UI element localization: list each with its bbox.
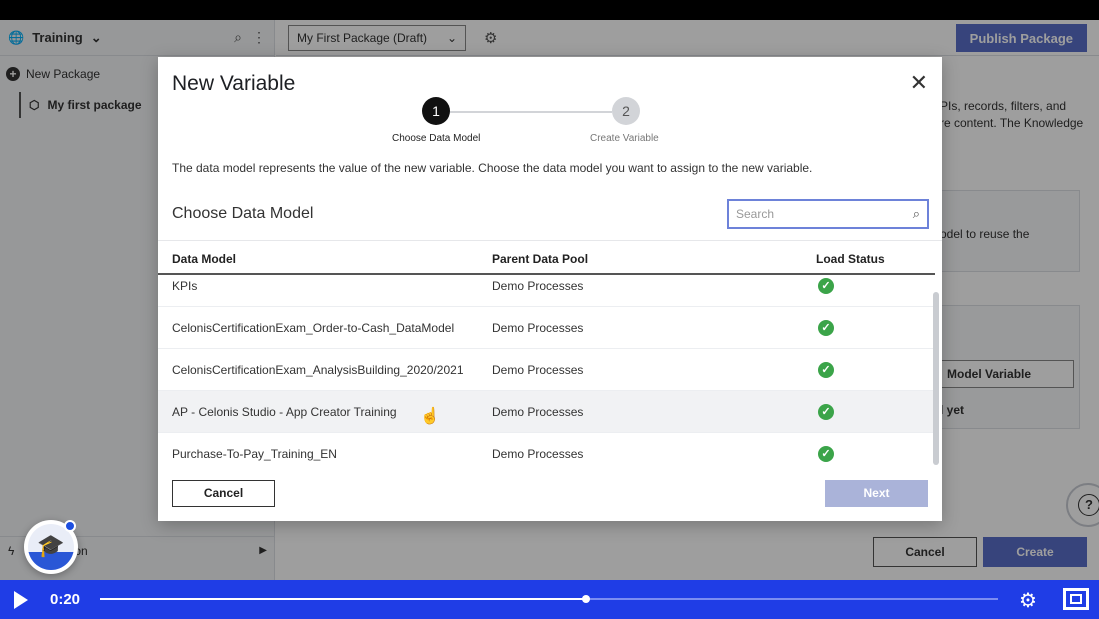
cell-data-model: KPIs — [172, 279, 198, 293]
cell-parent-pool: Demo Processes — [492, 321, 584, 335]
dialog-description: The data model represents the value of t… — [172, 161, 813, 175]
table-header: Data Model Parent Data Pool Load Status — [158, 241, 935, 275]
stepper: 1 2 Choose Data Model Create Variable — [390, 97, 666, 147]
video-time: 0:20 — [50, 591, 81, 608]
check-circle-icon: ✓ — [818, 320, 834, 336]
table-row[interactable]: Purchase-To-Pay_Training_EN Demo Process… — [158, 433, 935, 466]
graduation-cap-icon: 🎓 — [37, 533, 65, 558]
check-circle-icon: ✓ — [818, 446, 834, 462]
table-scrollbar[interactable] — [933, 292, 939, 465]
col-header-data-model: Data Model — [172, 252, 237, 266]
video-progress-fill — [100, 598, 586, 600]
next-button[interactable]: Next — [825, 480, 928, 507]
play-icon[interactable] — [14, 590, 28, 609]
dialog-title: New Variable — [172, 72, 296, 95]
table-row[interactable]: CelonisCertificationExam_AnalysisBuildin… — [158, 349, 935, 391]
table-body: KPIs Demo Processes ✓ CelonisCertificati… — [158, 265, 935, 466]
search-field[interactable]: ⌕ — [727, 199, 929, 229]
new-variable-dialog: New Variable ✕ 1 2 Choose Data Model Cre… — [158, 57, 942, 521]
step-1-indicator: 1 — [422, 97, 450, 125]
pointer-cursor-icon: ☝ — [420, 408, 440, 425]
cell-data-model: Purchase-To-Pay_Training_EN — [172, 447, 337, 461]
cell-parent-pool: Demo Processes — [492, 447, 584, 461]
course-badge[interactable]: 🎓 — [24, 520, 78, 574]
check-circle-icon: ✓ — [818, 278, 834, 294]
cell-data-model: CelonisCertificationExam_AnalysisBuildin… — [172, 363, 464, 377]
table-row[interactable]: CelonisCertificationExam_Order-to-Cash_D… — [158, 307, 935, 349]
data-model-table: Data Model Parent Data Pool Load Status … — [158, 240, 942, 466]
notification-dot — [64, 520, 76, 532]
check-circle-icon: ✓ — [818, 404, 834, 420]
video-progress-handle[interactable] — [581, 595, 590, 603]
close-icon[interactable]: ✕ — [910, 72, 928, 94]
step-2-label: Create Variable — [590, 133, 659, 144]
cell-data-model: AP - Celonis Studio - App Creator Traini… — [172, 405, 397, 419]
cancel-button[interactable]: Cancel — [172, 480, 275, 507]
section-title: Choose Data Model — [172, 205, 314, 222]
col-header-parent-pool: Parent Data Pool — [492, 252, 589, 266]
col-header-load-status: Load Status — [816, 252, 885, 266]
video-progress-track[interactable] — [100, 595, 998, 603]
check-circle-icon: ✓ — [818, 362, 834, 378]
fullscreen-inner — [1070, 594, 1082, 604]
video-controls: 0:20 ⚙ — [0, 580, 1099, 619]
cell-parent-pool: Demo Processes — [492, 279, 584, 293]
table-row[interactable]: AP - Celonis Studio - App Creator Traini… — [158, 391, 935, 433]
fullscreen-icon[interactable] — [1063, 588, 1089, 610]
step-1-label: Choose Data Model — [392, 133, 481, 144]
cell-parent-pool: Demo Processes — [492, 363, 584, 377]
stepper-line — [450, 111, 612, 113]
step-2-indicator: 2 — [612, 97, 640, 125]
cell-parent-pool: Demo Processes — [492, 405, 584, 419]
cell-data-model: CelonisCertificationExam_Order-to-Cash_D… — [172, 321, 455, 335]
search-input[interactable] — [736, 207, 896, 221]
search-icon: ⌕ — [912, 206, 920, 221]
settings-icon[interactable]: ⚙ — [1019, 588, 1037, 613]
